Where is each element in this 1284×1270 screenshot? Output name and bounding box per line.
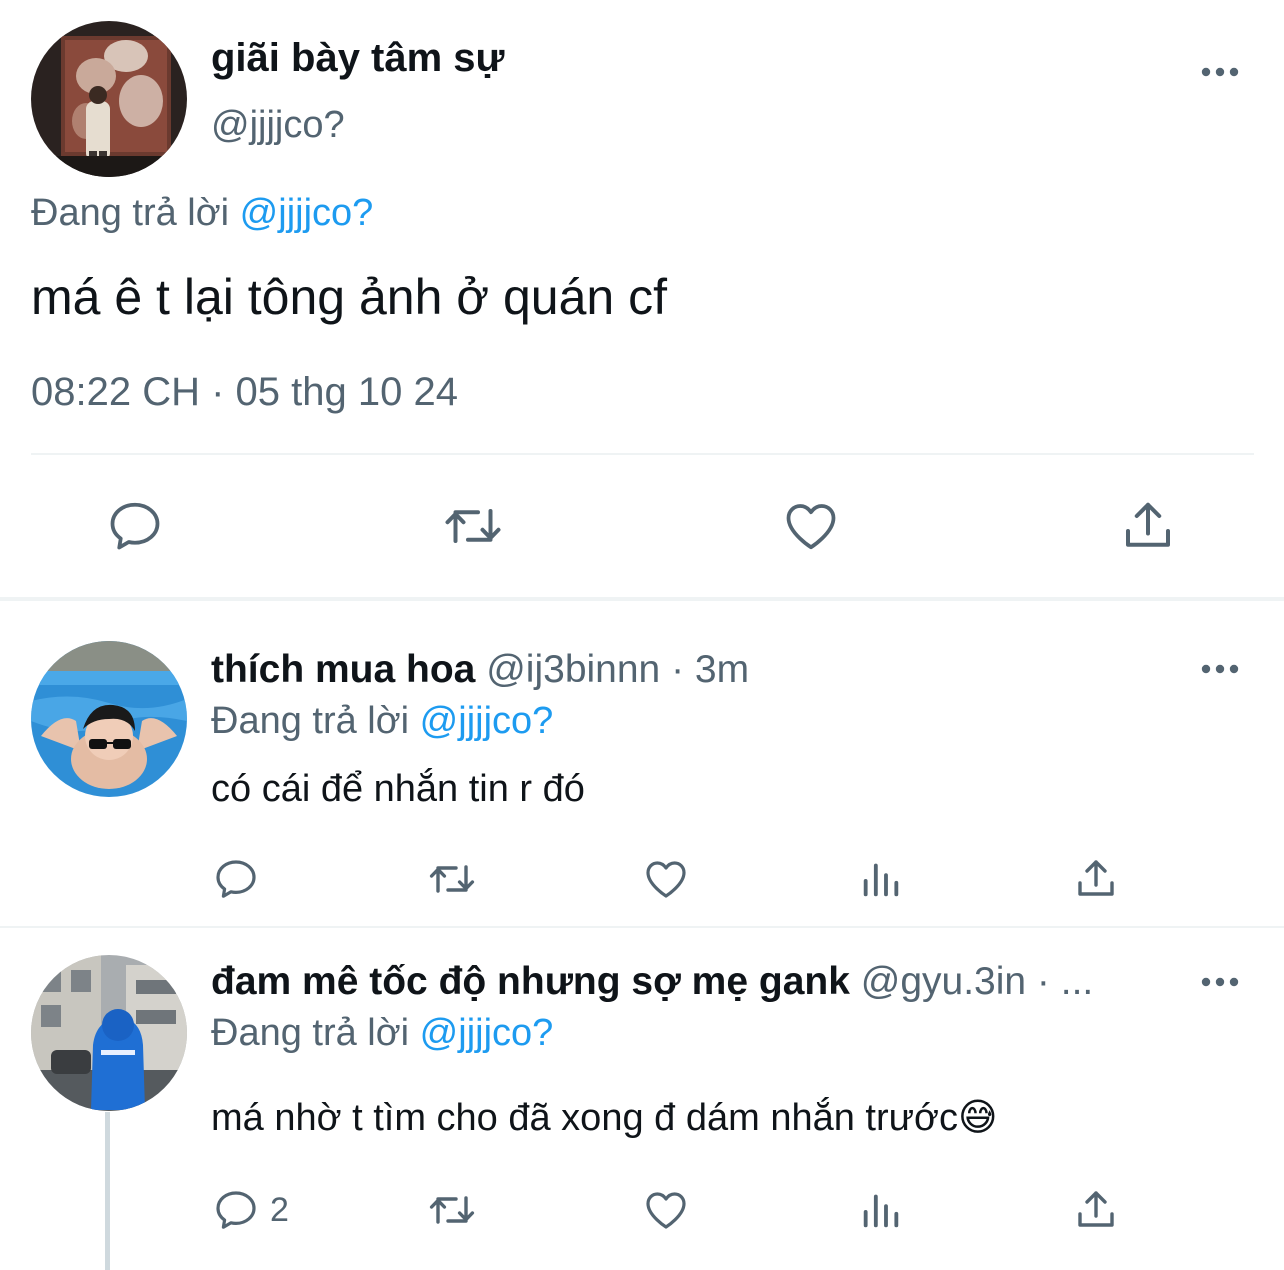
more-options-button[interactable] — [1200, 60, 1240, 89]
replying-to-mention[interactable]: @jjjjco? — [420, 1012, 554, 1054]
reply-button[interactable]: 2 — [212, 1186, 289, 1234]
retweet-icon — [429, 865, 475, 893]
share-icon — [1078, 860, 1114, 896]
reply-button[interactable] — [105, 496, 165, 556]
reply-header[interactable]: đam mê tốc độ nhưng sợ mẹ gank @gyu.3in … — [211, 960, 1093, 1004]
reply-text: có cái để nhắn tin r đó — [211, 768, 585, 810]
author-display-name[interactable]: giãi bày tâm sự — [211, 36, 505, 81]
like-button[interactable] — [641, 855, 691, 903]
more-dots-icon — [1201, 664, 1239, 674]
painting-avatar-icon — [31, 21, 187, 177]
share-button[interactable] — [1072, 1186, 1120, 1234]
reply-handle-time[interactable]: @ij3binnn · 3m — [486, 648, 749, 691]
retweet-icon — [445, 509, 501, 543]
more-dots-icon — [1201, 67, 1239, 77]
reply-display-name[interactable]: thích mua hoa — [211, 648, 475, 691]
reply-more-options-button[interactable] — [1200, 657, 1240, 686]
street-avatar-icon — [31, 955, 187, 1111]
heart-icon — [646, 1192, 686, 1229]
analytics-bars-icon — [863, 1194, 899, 1228]
reply-count: 2 — [270, 1190, 289, 1229]
replying-to-mention[interactable]: @jjjjco? — [240, 192, 374, 234]
analytics-bars-icon — [863, 863, 899, 897]
retweet-icon — [429, 1196, 475, 1224]
replying-to: Đang trả lời @jjjjco? — [211, 1012, 553, 1055]
reply-bubble-icon — [216, 860, 256, 898]
retweet-button[interactable] — [440, 496, 506, 556]
reply-display-name[interactable]: đam mê tốc độ nhưng sợ mẹ gank — [211, 960, 850, 1003]
replying-to: Đang trả lời @jjjjco? — [211, 700, 553, 743]
reply-bubble-icon — [110, 502, 160, 550]
views-button[interactable] — [858, 1186, 904, 1234]
replying-to-label: Đang trả lời — [211, 700, 410, 742]
replying-to-label: Đang trả lời — [211, 1012, 410, 1054]
thread-connector-line — [105, 1112, 110, 1270]
retweet-button[interactable] — [425, 855, 479, 903]
reply-more-options-button[interactable] — [1200, 970, 1240, 999]
divider — [0, 926, 1284, 928]
views-button[interactable] — [858, 855, 904, 903]
replying-to-mention[interactable]: @jjjjco? — [420, 700, 554, 742]
replying-to: Đang trả lời @jjjjco? — [31, 192, 373, 235]
author-handle[interactable]: @jjjjco? — [211, 104, 345, 147]
reply-handle-time[interactable]: @gyu.3in · ... — [861, 960, 1094, 1003]
pool-avatar-icon — [31, 641, 187, 797]
like-button[interactable] — [780, 496, 842, 556]
reply-avatar[interactable] — [31, 641, 187, 797]
share-button[interactable] — [1118, 496, 1178, 556]
tweet-text: má ê t lại tông ảnh ở quán cf — [31, 269, 667, 325]
heart-icon — [646, 861, 686, 898]
share-icon — [1126, 502, 1170, 547]
reply-header[interactable]: thích mua hoa @ij3binnn · 3m — [211, 648, 749, 692]
heart-icon — [786, 504, 836, 550]
divider — [31, 453, 1254, 455]
like-button[interactable] — [641, 1186, 691, 1234]
reply-button[interactable] — [212, 855, 270, 903]
reply-avatar[interactable] — [31, 955, 187, 1111]
replying-to-label: Đang trả lời — [31, 192, 230, 234]
share-button[interactable] — [1072, 855, 1120, 903]
reply-text: má nhờ t tìm cho đã xong đ dám nhắn trướ… — [211, 1097, 998, 1139]
section-separator — [0, 597, 1284, 601]
retweet-button[interactable] — [425, 1186, 479, 1234]
more-dots-icon — [1201, 977, 1239, 987]
share-icon — [1078, 1191, 1114, 1227]
reply-bubble-icon — [216, 1191, 256, 1229]
tweet-timestamp[interactable]: 08:22 CH · 05 thg 10 24 — [31, 370, 458, 415]
author-avatar[interactable] — [31, 21, 187, 177]
